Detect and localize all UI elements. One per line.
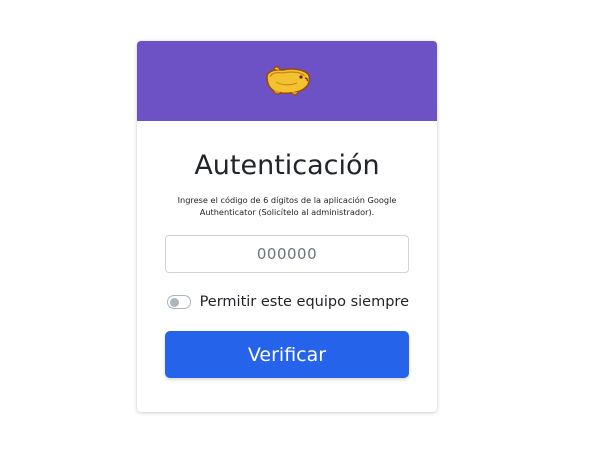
verify-button[interactable]: Verificar [165,331,409,378]
remember-device-label[interactable]: Permitir este equipo siempre [200,294,409,310]
remember-device-row: Permitir este equipo siempre [165,292,409,312]
page-title: Autenticación [194,150,380,181]
bread-bear-logo-icon [266,66,311,96]
card-header [137,41,437,121]
auth-card: Autenticación Ingrese el código de 6 díg… [137,41,437,412]
toggle-knob [170,297,179,307]
otp-code-input[interactable] [165,235,409,273]
remember-device-toggle[interactable] [167,295,191,309]
auth-description: Ingrese el código de 6 dígitos de la apl… [177,195,397,217]
page: Autenticación Ingrese el código de 6 díg… [0,0,591,454]
card-body: Autenticación Ingrese el código de 6 díg… [137,149,437,378]
